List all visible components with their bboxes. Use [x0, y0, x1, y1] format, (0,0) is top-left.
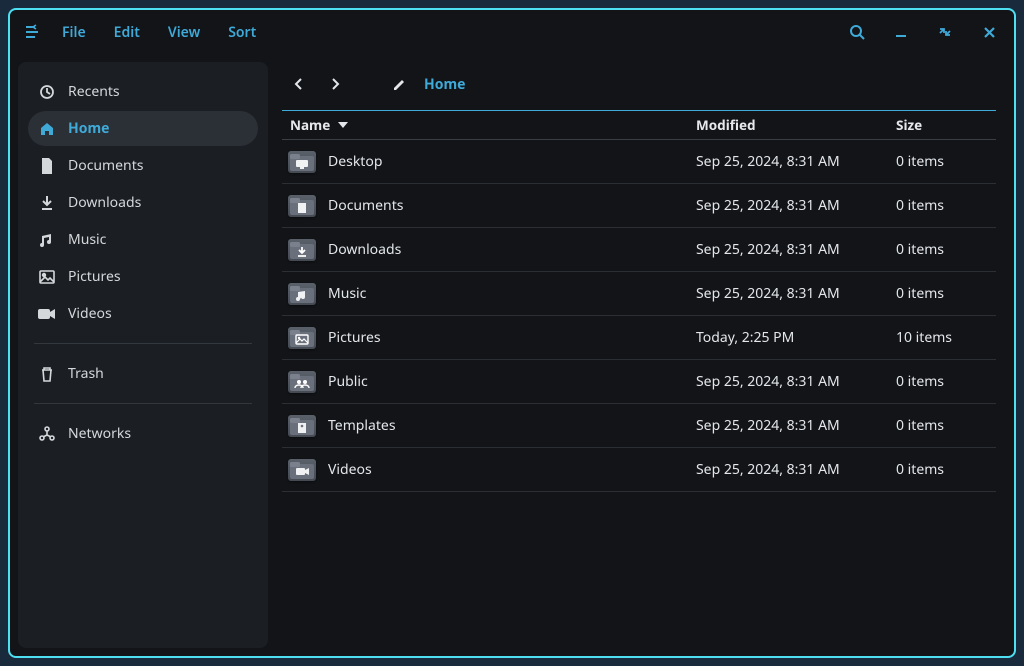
file-list: Name Modified Size Desktop Sep 25, 2024, …	[282, 110, 996, 492]
file-name: Templates	[328, 416, 396, 435]
folder-music-icon	[288, 283, 316, 305]
sidebar-item-label: Trash	[68, 364, 104, 383]
picture-icon	[38, 268, 56, 286]
column-header-modified[interactable]: Modified	[696, 116, 896, 134]
file-row[interactable]: Music Sep 25, 2024, 8:31 AM0 items	[282, 272, 996, 316]
column-header-name[interactable]: Name	[282, 116, 696, 134]
sidebar-item-label: Recents	[68, 82, 120, 101]
file-name: Videos	[328, 460, 372, 479]
folder-videos-icon	[288, 459, 316, 481]
sidebar-item-label: Videos	[68, 304, 112, 323]
file-modified: Today, 2:25 PM	[696, 328, 896, 347]
sidebar: Recents Home Documents Downloads	[18, 62, 268, 648]
file-size: 0 items	[896, 372, 996, 391]
file-size: 0 items	[896, 152, 996, 171]
file-size: 0 items	[896, 284, 996, 303]
file-name: Documents	[328, 196, 403, 215]
sidebar-item-trash[interactable]: Trash	[28, 356, 258, 391]
home-icon	[38, 120, 56, 138]
sidebar-item-label: Home	[68, 119, 109, 138]
document-icon	[38, 157, 56, 175]
edit-path-button[interactable]	[388, 73, 410, 95]
file-modified: Sep 25, 2024, 8:31 AM	[696, 152, 896, 171]
file-row[interactable]: Pictures Today, 2:25 PM10 items	[282, 316, 996, 360]
sidebar-divider	[34, 343, 252, 344]
file-row[interactable]: Downloads Sep 25, 2024, 8:31 AM0 items	[282, 228, 996, 272]
trash-icon	[38, 365, 56, 383]
file-row[interactable]: Documents Sep 25, 2024, 8:31 AM0 items	[282, 184, 996, 228]
file-size: 0 items	[896, 196, 996, 215]
sidebar-item-music[interactable]: Music	[28, 222, 258, 257]
sidebar-divider	[34, 403, 252, 404]
sidebar-item-downloads[interactable]: Downloads	[28, 185, 258, 220]
column-headers: Name Modified Size	[282, 110, 996, 140]
sidebar-item-networks[interactable]: Networks	[28, 416, 258, 451]
sidebar-item-label: Networks	[68, 424, 131, 443]
caret-down-icon	[338, 121, 348, 129]
file-size: 10 items	[896, 328, 996, 347]
maximize-icon[interactable]	[932, 19, 958, 45]
sidebar-item-label: Music	[68, 230, 106, 249]
pathbar: Home	[282, 66, 996, 102]
sidebar-item-label: Downloads	[68, 193, 141, 212]
nav-forward-button[interactable]	[324, 73, 346, 95]
folder-pictures-icon	[288, 327, 316, 349]
search-icon[interactable]	[844, 19, 870, 45]
file-name: Desktop	[328, 152, 382, 171]
sidebar-item-videos[interactable]: Videos	[28, 296, 258, 331]
menu-edit[interactable]: Edit	[114, 23, 140, 42]
column-label: Name	[290, 116, 330, 134]
file-size: 0 items	[896, 460, 996, 479]
sidebar-item-home[interactable]: Home	[28, 111, 258, 146]
file-modified: Sep 25, 2024, 8:31 AM	[696, 240, 896, 259]
file-size: 0 items	[896, 240, 996, 259]
file-modified: Sep 25, 2024, 8:31 AM	[696, 372, 896, 391]
main-panel: Home Name Modified Size Desktop Sep 25, 2…	[276, 54, 1014, 656]
close-icon[interactable]	[976, 19, 1002, 45]
music-icon	[38, 231, 56, 249]
sidebar-item-label: Pictures	[68, 267, 121, 286]
hamburger-icon[interactable]	[22, 22, 42, 42]
file-row[interactable]: Templates Sep 25, 2024, 8:31 AM0 items	[282, 404, 996, 448]
file-name: Downloads	[328, 240, 401, 259]
file-name: Public	[328, 372, 368, 391]
file-manager-window: File Edit View Sort Recents	[8, 8, 1016, 658]
file-name: Pictures	[328, 328, 381, 347]
folder-documents-icon	[288, 195, 316, 217]
menu-view[interactable]: View	[168, 23, 200, 42]
network-icon	[38, 425, 56, 443]
sidebar-item-recents[interactable]: Recents	[28, 74, 258, 109]
file-row[interactable]: Desktop Sep 25, 2024, 8:31 AM0 items	[282, 140, 996, 184]
file-modified: Sep 25, 2024, 8:31 AM	[696, 416, 896, 435]
clock-icon	[38, 83, 56, 101]
file-name: Music	[328, 284, 366, 303]
file-modified: Sep 25, 2024, 8:31 AM	[696, 284, 896, 303]
file-modified: Sep 25, 2024, 8:31 AM	[696, 196, 896, 215]
sidebar-item-label: Documents	[68, 156, 143, 175]
file-modified: Sep 25, 2024, 8:31 AM	[696, 460, 896, 479]
sidebar-item-documents[interactable]: Documents	[28, 148, 258, 183]
sidebar-item-pictures[interactable]: Pictures	[28, 259, 258, 294]
breadcrumb-location[interactable]: Home	[424, 75, 465, 94]
minimize-icon[interactable]	[888, 19, 914, 45]
folder-desktop-icon	[288, 151, 316, 173]
download-icon	[38, 194, 56, 212]
nav-back-button[interactable]	[288, 73, 310, 95]
column-header-size[interactable]: Size	[896, 116, 996, 134]
file-row[interactable]: Public Sep 25, 2024, 8:31 AM0 items	[282, 360, 996, 404]
menu-sort[interactable]: Sort	[228, 23, 256, 42]
folder-downloads-icon	[288, 239, 316, 261]
titlebar: File Edit View Sort	[10, 10, 1014, 54]
video-icon	[38, 305, 56, 323]
file-row[interactable]: Videos Sep 25, 2024, 8:31 AM0 items	[282, 448, 996, 492]
folder-public-icon	[288, 371, 316, 393]
menu-file[interactable]: File	[62, 23, 86, 42]
folder-templates-icon	[288, 415, 316, 437]
file-size: 0 items	[896, 416, 996, 435]
